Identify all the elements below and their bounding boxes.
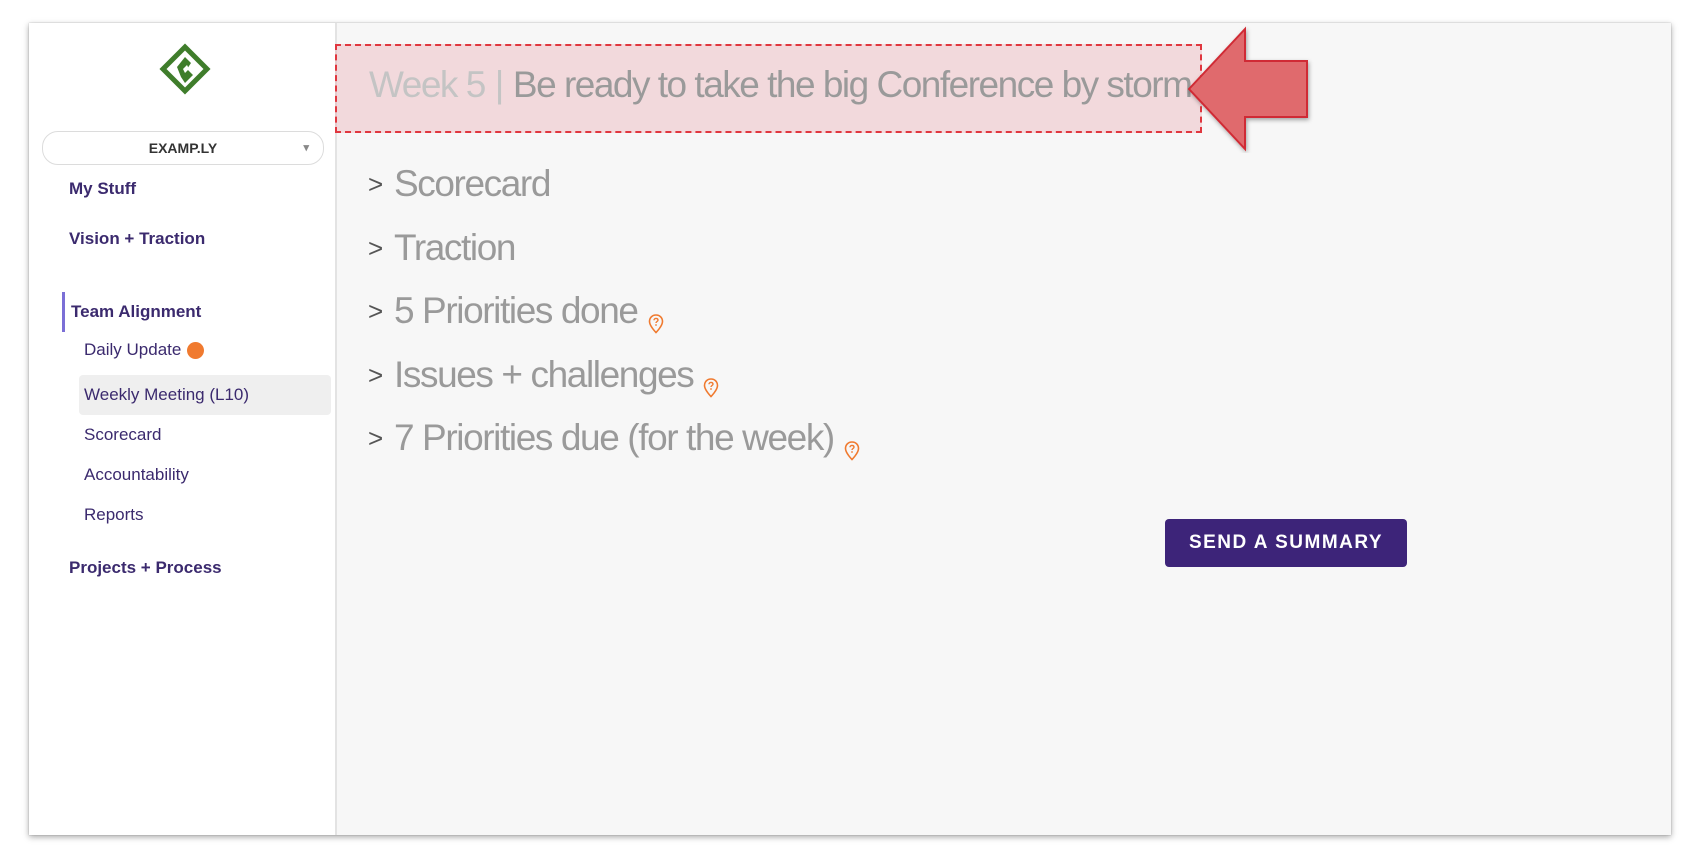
nav-item-reports[interactable]: Reports [84,505,144,525]
chevron-right-icon: > [368,359,383,390]
nav-item-label: Weekly Meeting (L10) [84,385,250,404]
sidebar: EXAMP.LY ▾ My Stuff Vision + Traction Te… [29,23,337,835]
help-pin-icon[interactable] [648,301,664,334]
left-arrow-annotation [1187,26,1308,152]
section-issues-challenges[interactable]: > Issues + challenges [368,354,719,398]
nav-item-label: Scorecard [84,425,162,444]
nav-vision-traction[interactable]: Vision + Traction [69,229,205,249]
nav-item-accountability[interactable]: Accountability [84,465,189,485]
send-summary-button[interactable]: SEND A SUMMARY [1165,519,1407,567]
nav-item-daily-update[interactable]: Daily Update [84,340,205,360]
section-label: Scorecard [394,163,551,204]
chevron-right-icon: > [368,232,383,263]
nav-projects-process[interactable]: Projects + Process [69,558,222,578]
meeting-headline[interactable]: Week 5 | Be ready to take the big Conferen… [369,64,1193,106]
chevron-right-icon: > [368,168,383,199]
section-priorities-done[interactable]: > 5 Priorities done [368,290,664,334]
help-pin-icon[interactable] [844,428,860,461]
chevron-right-icon: > [368,295,383,326]
nav-my-stuff[interactable]: My Stuff [69,179,136,199]
nav-item-label: Reports [84,505,144,524]
week-label: Week 5 [369,64,486,105]
nav-active-indicator [62,292,65,332]
nav-team-alignment[interactable]: Team Alignment [71,302,201,322]
org-selector[interactable]: EXAMP.LY ▾ [42,131,324,165]
section-label: 7 Priorities due (for the week) [394,417,835,458]
org-selector-value: EXAMP.LY [148,140,218,156]
section-label: Issues + challenges [394,354,695,395]
section-scorecard[interactable]: > Scorecard [368,163,551,205]
chevron-down-icon: ▾ [303,142,309,154]
nav-item-label: Accountability [84,465,189,484]
help-pin-icon[interactable] [703,365,719,398]
diamond-logo-icon[interactable] [157,41,213,97]
section-label: Traction [394,227,516,268]
notification-dot [187,341,205,359]
section-priorities-due[interactable]: > 7 Priorities due (for the week) [368,417,860,461]
nav-item-weekly-meeting[interactable]: Weekly Meeting (L10) [84,385,249,405]
nav-item-scorecard[interactable]: Scorecard [84,425,161,445]
section-label: 5 Priorities done [394,290,639,331]
chevron-right-icon: > [368,422,383,453]
meeting-theme: Be ready to take the big Conference by s… [512,64,1193,105]
nav-item-label: Daily Update [84,340,182,359]
headline-separator: | [494,64,505,105]
section-traction[interactable]: > Traction [368,227,516,269]
